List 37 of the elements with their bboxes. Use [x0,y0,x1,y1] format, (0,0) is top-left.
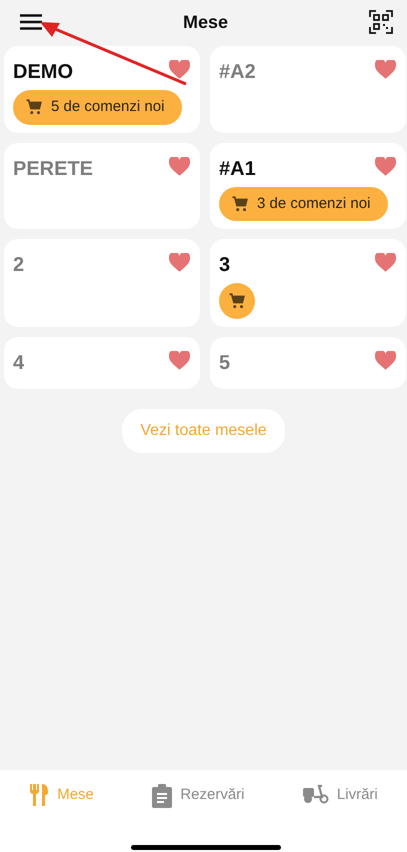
table-name: #A2 [219,60,256,84]
table-name: 5 [219,351,230,375]
clipboard-icon [152,784,172,808]
cart-icon [231,194,249,213]
table-card[interactable]: 5 [210,337,406,389]
fork-knife-icon [29,784,50,806]
new-orders-button[interactable]: 5 de comenzi noi [13,90,182,124]
table-card[interactable]: PERETE [4,142,200,229]
heart-icon[interactable] [169,351,190,370]
table-card[interactable]: 3 [210,239,406,327]
table-card[interactable]: #A2 [210,46,406,132]
heart-icon[interactable] [375,60,396,79]
heart-icon[interactable] [375,253,396,272]
table-name: PERETE [13,156,94,180]
heart-icon[interactable] [169,156,190,176]
menu-icon[interactable] [20,14,42,30]
new-orders-button[interactable]: 3 de comenzi noi [219,186,388,221]
heart-icon[interactable] [169,253,190,272]
table-name: 4 [13,351,24,375]
heart-icon[interactable] [375,156,396,176]
table-card[interactable]: DEMO 5 de comenzi noi [4,46,200,132]
cart-button[interactable] [219,283,255,319]
table-name: 2 [13,253,24,277]
tab[interactable]: Livrări [302,770,378,852]
scooter-icon [302,784,329,804]
heart-icon[interactable] [375,351,396,370]
table-card[interactable]: 2 [4,239,200,327]
table-card[interactable]: #A1 3 de comenzi noi [210,142,406,229]
table-card[interactable]: 4 [4,337,200,389]
page-title: Mese [182,10,228,34]
table-name: #A1 [219,156,256,180]
cart-icon [228,292,246,310]
table-name: 3 [219,253,230,277]
heart-icon[interactable] [169,60,190,79]
cart-icon [25,98,43,116]
qr-scan-icon[interactable] [369,10,393,34]
table-name: DEMO [13,60,73,84]
